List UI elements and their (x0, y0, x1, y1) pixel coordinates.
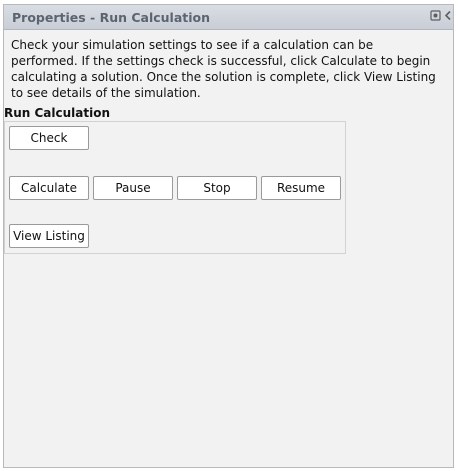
check-button[interactable]: Check (9, 126, 89, 150)
collapse-chevron-icon[interactable] (444, 10, 452, 24)
panel-titlebar: Properties - Run Calculation (4, 5, 453, 30)
stop-button[interactable]: Stop (177, 176, 257, 200)
resume-button[interactable]: Resume (261, 176, 341, 200)
calculate-button[interactable]: Calculate (9, 176, 89, 200)
panel-title: Properties - Run Calculation (12, 10, 211, 25)
help-description: Check your simulation settings to see if… (11, 38, 436, 100)
run-calculation-group: Check Calculate Pause Stop Resume View L… (4, 121, 346, 254)
view-listing-button[interactable]: View Listing (9, 224, 89, 248)
properties-panel: Properties - Run Calculation Check your … (3, 4, 454, 468)
pause-button[interactable]: Pause (93, 176, 173, 200)
pin-icon[interactable] (430, 10, 441, 24)
section-label-run-calculation: Run Calculation (4, 106, 111, 120)
